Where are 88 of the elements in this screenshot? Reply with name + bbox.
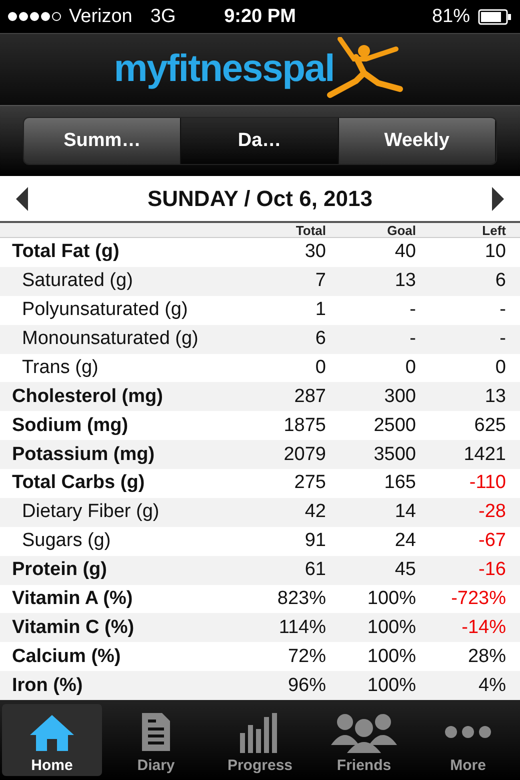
- table-cell-text: -14%: [460, 616, 506, 639]
- table-cell-text: 42: [304, 501, 326, 524]
- tab-bar-item[interactable]: Progress: [210, 704, 310, 776]
- date-title: SUNDAY / Oct 6, 2013: [147, 186, 372, 212]
- home-icon: [28, 713, 76, 753]
- nutrient-name: Iron (%): [12, 674, 84, 697]
- table-cell-text: 2079: [282, 444, 326, 466]
- nutrient-name: Potassium (mg): [12, 444, 156, 466]
- table-cell-text: -: [408, 299, 416, 322]
- nutrient-name: Monounsaturated (g): [21, 328, 200, 350]
- column-header: Goal: [386, 224, 416, 237]
- table-cell-text: 13: [394, 270, 416, 292]
- tab-bar-item[interactable]: More: [418, 704, 518, 776]
- table-cell-text: -67: [478, 530, 506, 552]
- next-arrow-icon[interactable]: [490, 186, 506, 210]
- nutrient-name: Dietary Fiber (g): [21, 501, 160, 524]
- table-cell-text: 24: [394, 530, 416, 552]
- table-cell-text: -: [498, 328, 506, 350]
- network-type: 3G: [150, 6, 176, 28]
- table-cell-text: 275: [293, 472, 326, 494]
- nutrient-name: Saturated (g): [21, 270, 134, 292]
- nutrient-name: Vitamin A (%): [12, 588, 134, 610]
- nutrient-name: Protein (g): [12, 559, 108, 582]
- table-cell-text: 40: [394, 241, 416, 264]
- table-cell-text: 4%: [478, 674, 506, 697]
- table-cell-text: 1: [314, 299, 326, 322]
- more-icon: [444, 725, 492, 739]
- table-cell-text: 114%: [278, 616, 326, 639]
- table-cell-text: 7: [314, 270, 326, 292]
- tab-bar-item[interactable]: Friends: [314, 704, 414, 776]
- column-header: Left: [481, 224, 506, 237]
- table-cell-text: 3500: [372, 444, 416, 466]
- battery-percent: 81%: [432, 6, 470, 28]
- table-cell-text: 2500: [372, 414, 416, 437]
- nutrient-name: Trans (g): [21, 356, 100, 379]
- table-cell-text: 823%: [276, 588, 326, 610]
- table-cell-text: -110: [468, 472, 506, 494]
- table-cell-text: 0: [404, 356, 416, 379]
- segment-tab[interactable]: Da…: [181, 118, 339, 164]
- nutrient-name: Sodium (mg): [12, 414, 130, 437]
- nutrient-name: Total Fat (g): [12, 241, 120, 264]
- segment-tab[interactable]: Summ…: [24, 118, 182, 164]
- nutrient-name: Calcium (%): [12, 646, 122, 668]
- table-cell-text: 91: [304, 530, 326, 552]
- table-cell-text: 10: [484, 241, 506, 264]
- table-cell-text: 100%: [366, 646, 416, 668]
- table-cell-text: 72%: [286, 646, 326, 668]
- table-cell-text: 1421: [462, 444, 506, 466]
- table-cell-text: -: [408, 328, 416, 350]
- battery-icon: [478, 8, 512, 24]
- table-cell-text: 96%: [286, 674, 326, 697]
- table-cell-text: 30: [304, 241, 326, 264]
- app-logo: myfitnesspal: [114, 48, 334, 91]
- people-icon: [331, 711, 397, 753]
- table-cell-text: 61: [304, 559, 326, 582]
- table-cell-text: 6: [314, 328, 326, 350]
- table-cell-text: -16: [478, 559, 506, 582]
- table-cell-text: -28: [478, 501, 506, 524]
- table-cell-text: 6: [494, 270, 506, 292]
- table-cell-text: 45: [394, 559, 416, 582]
- carrier-name: Verizon: [69, 6, 132, 28]
- nutrient-name: Sugars (g): [21, 530, 112, 552]
- table-cell-text: 0: [494, 356, 506, 379]
- table-cell-text: 100%: [366, 588, 416, 610]
- table-cell-text: 0: [314, 356, 326, 379]
- clock-time: 9:20 PM: [224, 6, 296, 28]
- table-cell-text: 13: [484, 386, 506, 408]
- tab-bar-item[interactable]: Home: [2, 704, 102, 776]
- table-cell-text: 287: [293, 386, 326, 408]
- nutrient-name: Vitamin C (%): [12, 616, 136, 639]
- table-cell-text: 100%: [366, 616, 416, 639]
- segment-tab[interactable]: Weekly: [338, 118, 496, 164]
- nutrient-name: Polyunsaturated (g): [21, 299, 189, 322]
- previous-arrow-icon[interactable]: [14, 186, 30, 210]
- table-cell-text: 1875: [282, 414, 326, 437]
- table-cell-text: -: [498, 299, 506, 322]
- table-cell-text: 100%: [366, 674, 416, 697]
- table-cell-text: 300: [383, 386, 416, 408]
- table-cell-text: 14: [394, 501, 416, 524]
- table-cell-text: 28%: [466, 646, 506, 668]
- table-cell-text: -723%: [450, 588, 506, 610]
- column-header: Total: [294, 224, 326, 237]
- nutrient-name: Total Carbs (g): [12, 472, 146, 494]
- table-cell-text: 625: [473, 414, 506, 437]
- signal-icon: [8, 12, 61, 21]
- table-cell-text: 165: [383, 472, 416, 494]
- nutrient-name: Cholesterol (mg): [12, 386, 164, 408]
- tab-bar-item[interactable]: Diary: [106, 704, 206, 776]
